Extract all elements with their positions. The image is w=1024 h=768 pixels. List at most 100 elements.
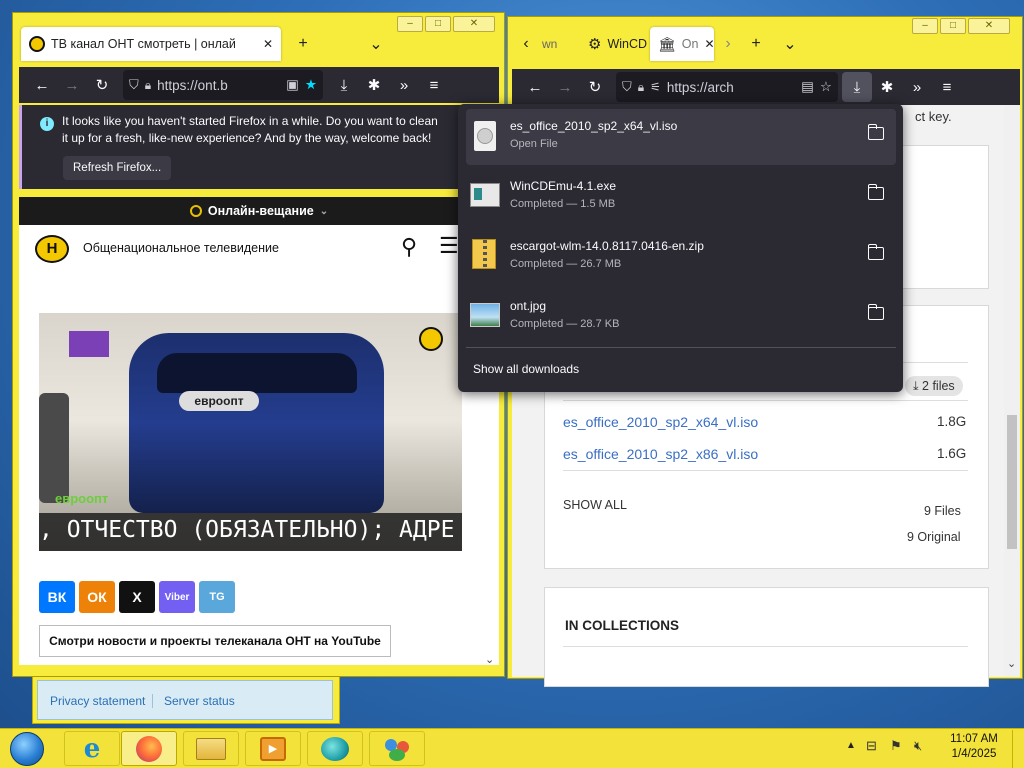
folder-icon[interactable] <box>867 124 884 140</box>
social-share-row: ВК ОК X Viber TG <box>39 581 235 613</box>
network-icon[interactable]: ⊟ <box>866 738 877 754</box>
taskbar-firefox[interactable] <box>121 731 177 766</box>
taskbar-internet-explorer[interactable]: e <box>64 731 120 766</box>
taskbar-file-explorer[interactable] <box>183 731 239 766</box>
start-button[interactable] <box>2 730 54 768</box>
x-share-button[interactable]: X <box>119 581 155 613</box>
server-status-link[interactable]: Server status <box>164 694 235 708</box>
tab-ont[interactable]: ТВ канал ОНТ смотреть | онлай ✕ <box>21 27 281 61</box>
live-dot-icon <box>189 205 202 217</box>
system-clock[interactable]: 11:07 AM 1/4/2025 <box>942 733 1006 760</box>
back-icon[interactable]: ← <box>27 70 57 100</box>
menu-icon[interactable]: ≡ <box>419 70 449 100</box>
reload-icon[interactable]: ↻ <box>87 70 117 100</box>
clock-time: 11:07 AM <box>950 733 998 745</box>
overflow-chevron-icon-right[interactable]: » <box>902 72 932 102</box>
brand-caption: евроопт <box>55 491 109 506</box>
show-hidden-icons[interactable]: ▲ <box>846 740 856 751</box>
site-title[interactable]: Общенациональное телевидение <box>83 241 279 255</box>
url-text[interactable]: https://ont.b <box>157 78 228 93</box>
close-tab-icon[interactable]: ✕ <box>263 37 273 51</box>
extensions-icon[interactable]: ✱ <box>359 70 389 100</box>
scrollbar-thumb[interactable] <box>1007 415 1017 549</box>
scroll-down-arrow-icon[interactable]: ⌄ <box>485 653 494 666</box>
installer-icon <box>470 183 500 207</box>
tab-scroll-right-icon[interactable]: › <box>714 30 742 58</box>
lock-icon-right[interactable]: 🔒︎ <box>638 80 644 95</box>
tab-wn[interactable]: wn <box>540 27 580 61</box>
viber-share-button[interactable]: Viber <box>159 581 195 613</box>
lock-icon[interactable]: 🔒︎ <box>145 78 151 93</box>
folder-icon[interactable] <box>867 244 884 260</box>
url-bar-right[interactable]: ⛉ 🔒︎ ⚟ https://arch ▤ ☆ <box>616 72 838 102</box>
picture-in-picture-icon[interactable]: ▣ <box>286 77 299 93</box>
back-icon-right[interactable]: ← <box>520 72 550 102</box>
reader-view-icon[interactable]: ▤ <box>801 79 814 95</box>
left-browser-window[interactable]: – □ ✕ ТВ канал ОНТ смотреть | онлай ✕ + … <box>12 12 505 677</box>
overflow-chevron-icon[interactable]: » <box>389 70 419 100</box>
car-rear-window <box>157 353 357 393</box>
reload-icon-right[interactable]: ↻ <box>580 72 610 102</box>
download-item-zip[interactable]: escargot-wlm-14.0.8117.0416-en.zip Compl… <box>466 229 896 285</box>
permissions-icon[interactable]: ⚟ <box>650 80 661 94</box>
url-text-right[interactable]: https://arch <box>667 80 734 95</box>
file-link-x86[interactable]: es_office_2010_sp2_x86_vl.iso <box>563 446 758 462</box>
live-broadcast-bar[interactable]: Онлайн-вещание ⌄ <box>19 197 499 225</box>
telegram-share-button[interactable]: TG <box>199 581 235 613</box>
file-link-x64[interactable]: es_office_2010_sp2_x64_vl.iso <box>563 414 758 430</box>
folder-icon[interactable] <box>867 184 884 200</box>
new-tab-button[interactable]: + <box>289 30 317 58</box>
taskbar-media-player[interactable]: ▶ <box>245 731 301 766</box>
url-bar[interactable]: ⛉ 🔒︎ https://ont.b ▣ ★ <box>123 70 323 100</box>
firefox-notification-bar: i It looks like you haven't started Fire… <box>19 105 499 189</box>
file-size-x86: 1.6G <box>937 446 967 461</box>
bookmark-star-icon-right[interactable]: ☆ <box>820 79 832 95</box>
downloads-icon[interactable]: ⤓ <box>329 70 359 100</box>
download-item-iso[interactable]: es_office_2010_sp2_x64_vl.iso Open File <box>466 109 896 165</box>
download-status: Completed — 1.5 MB <box>510 198 616 210</box>
tab-archive[interactable]: 🏛︎ On ✕ <box>650 27 715 61</box>
shield-icon-right[interactable]: ⛉ <box>622 79 632 95</box>
action-center-flag-icon[interactable]: ⚑ <box>890 738 902 754</box>
forward-icon-right[interactable]: → <box>550 72 580 102</box>
windows-orb-icon[interactable] <box>10 732 44 766</box>
taskbar-live-messenger[interactable] <box>307 731 363 766</box>
taskbar-contacts[interactable] <box>369 731 425 766</box>
forward-icon[interactable]: → <box>57 70 87 100</box>
ok-share-button[interactable]: ОК <box>79 581 115 613</box>
ont-logo[interactable]: Н <box>35 235 69 263</box>
tab-wincdemu[interactable]: ⚙ WinCD <box>580 27 650 61</box>
extensions-icon-right[interactable]: ✱ <box>872 72 902 102</box>
files-count-badge[interactable]: ⤓ 2 files <box>905 376 963 396</box>
archive-favicon-icon: 🏛︎ <box>658 35 676 52</box>
show-desktop-button[interactable] <box>1012 730 1024 768</box>
new-tab-button-right[interactable]: + <box>742 30 770 58</box>
show-all-link[interactable]: SHOW ALL <box>563 498 627 512</box>
list-tabs-icon-right[interactable]: ⌄ <box>776 30 804 58</box>
downloads-icon-right[interactable]: ⤓ <box>842 72 872 102</box>
search-icon[interactable]: ⚲ <box>401 234 417 260</box>
internet-explorer-icon: e <box>83 733 101 764</box>
show-all-downloads-button[interactable]: Show all downloads <box>473 362 579 376</box>
download-item-jpg[interactable]: ont.jpg Completed — 28.7 KB <box>466 289 896 345</box>
shield-icon[interactable]: ⛉ <box>129 77 139 93</box>
download-item-exe[interactable]: WinCDEmu-4.1.exe Completed — 1.5 MB <box>466 169 896 225</box>
volume-muted-icon[interactable]: 🔇︎ <box>914 738 922 754</box>
scrollbar[interactable]: ⌄ <box>1004 105 1020 677</box>
car-left <box>39 393 69 503</box>
scroll-down-arrow-icon-right[interactable]: ⌄ <box>1007 657 1016 670</box>
bookmark-star-icon[interactable]: ★ <box>305 77 317 93</box>
gear-icon: ⚙ <box>588 36 602 53</box>
live-bar-label: Онлайн-вещание <box>207 204 314 218</box>
list-tabs-icon[interactable]: ⌄ <box>362 30 390 58</box>
youtube-link-button[interactable]: Смотри новости и проекты телеканала ОНТ … <box>39 625 391 657</box>
privacy-statement-link[interactable]: Privacy statement <box>50 694 145 708</box>
news-hero-image[interactable]: евроопт евроопт , ОТЧЕСТВО (ОБЯЗАТЕЛЬНО)… <box>39 313 462 551</box>
vk-share-button[interactable]: ВК <box>39 581 75 613</box>
refresh-firefox-button[interactable]: Refresh Firefox... <box>63 156 172 180</box>
clock-date: 1/4/2025 <box>951 748 997 760</box>
folder-icon[interactable] <box>867 304 884 320</box>
tab-scroll-left-icon[interactable]: ‹ <box>512 30 540 58</box>
hamburger-menu-icon[interactable]: ☰ <box>439 233 459 259</box>
menu-icon-right[interactable]: ≡ <box>932 72 962 102</box>
